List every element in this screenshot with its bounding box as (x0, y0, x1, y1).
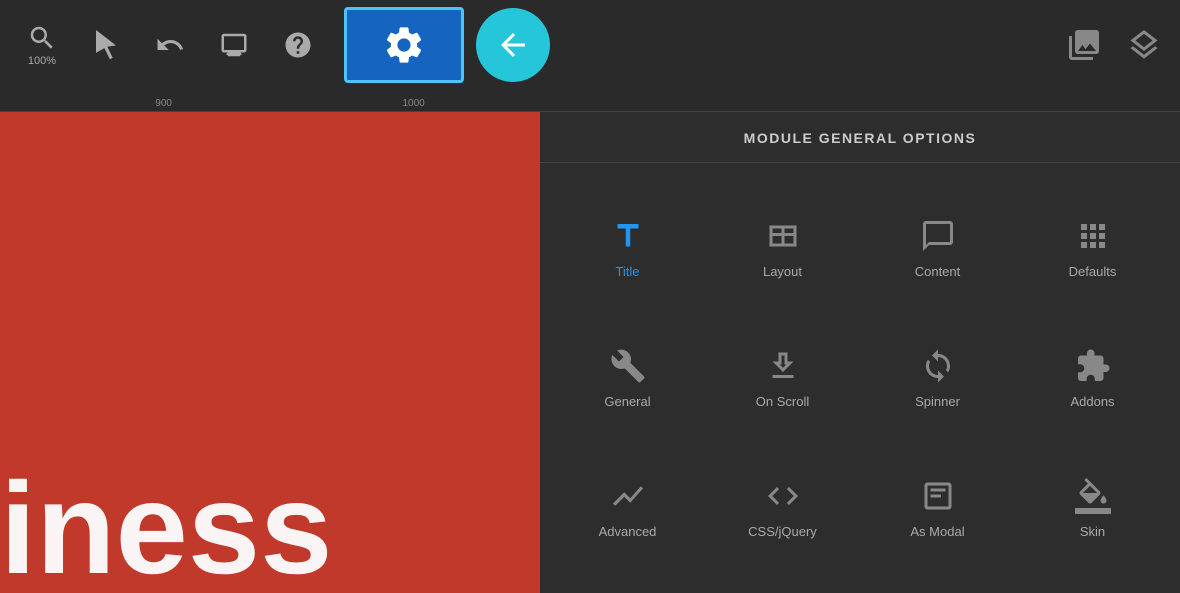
media-tool[interactable] (1060, 21, 1108, 69)
layers-icon (1126, 27, 1162, 63)
option-defaults-label: Defaults (1069, 264, 1117, 279)
layers-tool[interactable] (1120, 21, 1168, 69)
toolbar-left: 100% (12, 10, 328, 80)
canvas-area: iness (0, 112, 540, 593)
ruler: 900 1000 (0, 90, 1180, 112)
option-addons[interactable]: Addons (1015, 313, 1170, 443)
option-advanced[interactable]: Advanced (550, 443, 705, 573)
canvas-text: iness (0, 463, 332, 593)
option-spinner[interactable]: Spinner (860, 313, 1015, 443)
search-icon (27, 23, 57, 53)
general-icon (610, 348, 646, 384)
option-as-modal[interactable]: As Modal (860, 443, 1015, 573)
option-as-modal-label: As Modal (910, 524, 964, 539)
option-content[interactable]: Content (860, 183, 1015, 313)
spinner-icon (920, 348, 956, 384)
main-area: iness MODULE GENERAL OPTIONS Title Layou… (0, 112, 1180, 593)
media-icon (1066, 27, 1102, 63)
option-css-jquery-label: CSS/jQuery (748, 524, 817, 539)
monitor-icon (219, 30, 249, 60)
undo-tool[interactable] (140, 10, 200, 80)
toolbar-right (1060, 21, 1168, 69)
option-defaults[interactable]: Defaults (1015, 183, 1170, 313)
panel-header: MODULE GENERAL OPTIONS (540, 112, 1180, 163)
ruler-mark-1000: 1000 (402, 98, 424, 109)
content-icon (920, 218, 956, 254)
addons-icon (1075, 348, 1111, 384)
option-on-scroll-label: On Scroll (756, 394, 809, 409)
zoom-value: 100% (28, 55, 56, 67)
option-addons-label: Addons (1070, 394, 1114, 409)
ruler-marks: 900 1000 (0, 98, 540, 109)
option-general[interactable]: General (550, 313, 705, 443)
option-general-label: General (604, 394, 650, 409)
toolbar: 100% (0, 0, 1180, 90)
select-tool[interactable] (76, 10, 136, 80)
help-icon (283, 30, 313, 60)
back-arrow-icon (495, 27, 531, 63)
panel-title: MODULE GENERAL OPTIONS (744, 130, 977, 146)
zoom-tool[interactable]: 100% (12, 10, 72, 80)
option-content-label: Content (915, 264, 961, 279)
device-tool[interactable] (204, 10, 264, 80)
help-tool[interactable] (268, 10, 328, 80)
option-skin-label: Skin (1080, 524, 1105, 539)
right-panel: MODULE GENERAL OPTIONS Title Layout (540, 112, 1180, 593)
settings-icon (382, 23, 426, 67)
css-jquery-icon (765, 478, 801, 514)
title-icon (610, 218, 646, 254)
advanced-icon (610, 478, 646, 514)
as-modal-icon (920, 478, 956, 514)
option-title-label: Title (615, 264, 639, 279)
option-on-scroll[interactable]: On Scroll (705, 313, 860, 443)
skin-icon (1075, 478, 1111, 514)
defaults-icon (1075, 218, 1111, 254)
ruler-mark-900: 900 (155, 98, 172, 109)
option-layout-label: Layout (763, 264, 802, 279)
cursor-icon (91, 30, 121, 60)
option-spinner-label: Spinner (915, 394, 960, 409)
back-button[interactable] (476, 8, 550, 82)
undo-icon (155, 30, 185, 60)
on-scroll-icon (765, 348, 801, 384)
options-grid: Title Layout Content Defau (540, 163, 1180, 593)
option-title[interactable]: Title (550, 183, 705, 313)
option-css-jquery[interactable]: CSS/jQuery (705, 443, 860, 573)
layout-icon (765, 218, 801, 254)
option-skin[interactable]: Skin (1015, 443, 1170, 573)
option-layout[interactable]: Layout (705, 183, 860, 313)
option-advanced-label: Advanced (599, 524, 657, 539)
settings-tool[interactable] (344, 7, 464, 83)
